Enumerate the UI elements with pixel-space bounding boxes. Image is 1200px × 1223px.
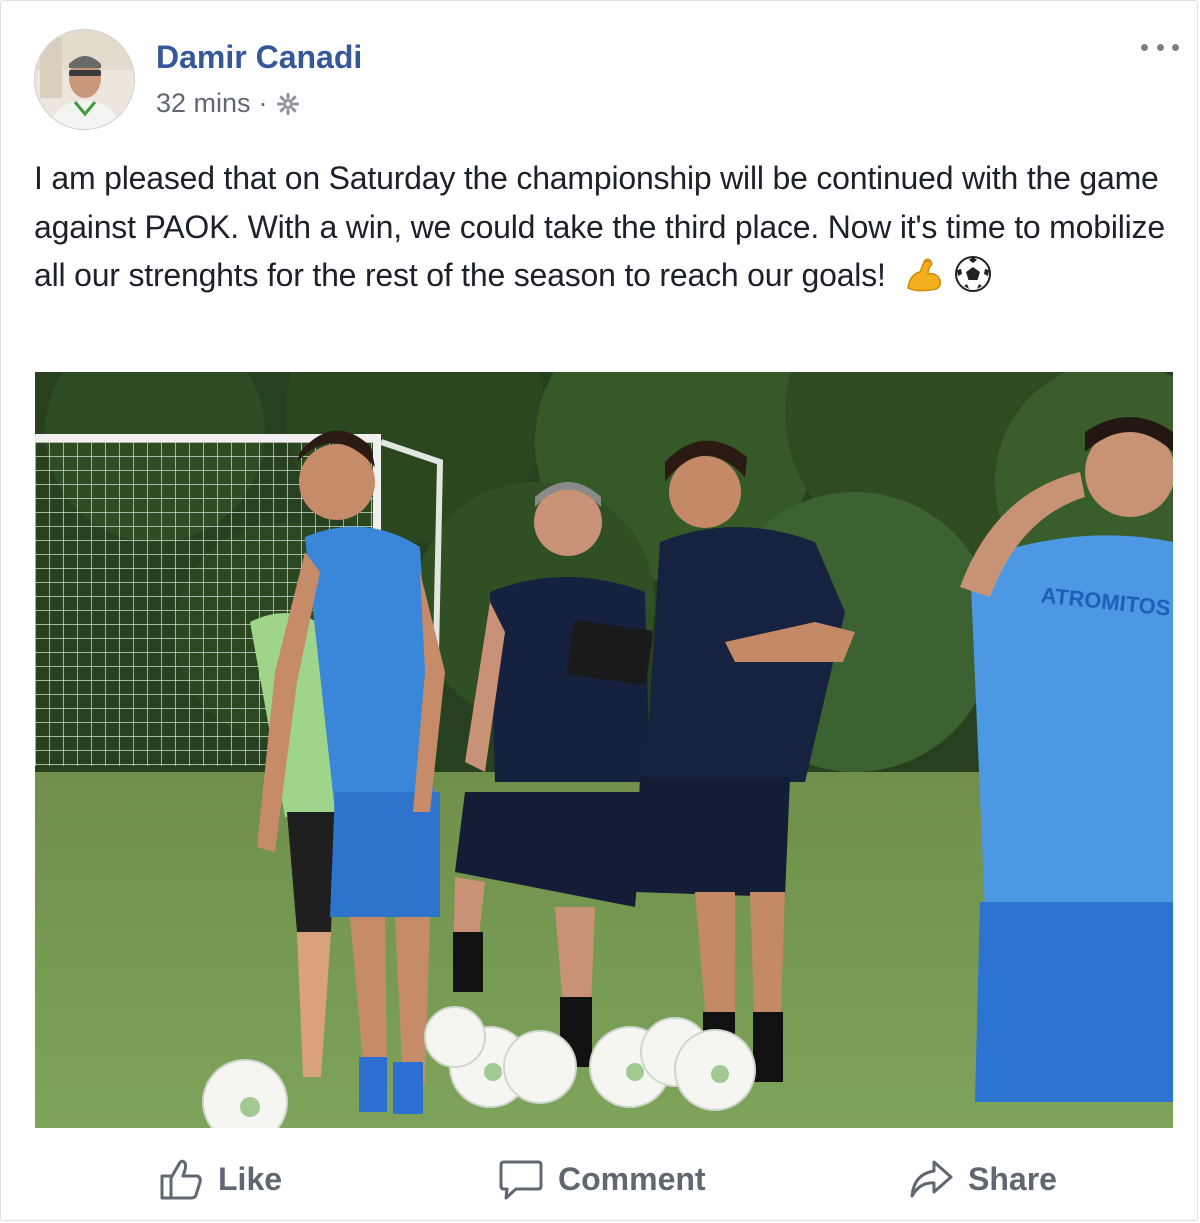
meta-separator: · [258,88,268,118]
more-dot [1172,43,1179,51]
comment-label: Comment [558,1160,706,1197]
post-timestamp[interactable]: 32 mins [156,88,251,119]
post-photo[interactable]: ATROMITOS [35,372,1173,1128]
comment-bubble-icon [499,1160,543,1200]
flexed-biceps-icon [907,258,942,292]
like-button[interactable]: Like [158,1141,282,1217]
post-text: I am pleased that on Saturday the champi… [34,154,1174,300]
share-label: Share [968,1160,1057,1197]
post-body: I am pleased that on Saturday the champi… [34,160,1165,293]
more-dot [1156,43,1164,51]
gear-icon[interactable] [276,92,300,116]
training-photo: ATROMITOS [35,372,1173,1128]
thumbs-up-icon [160,1159,202,1200]
author-avatar[interactable] [34,29,135,130]
author-name[interactable]: Damir Canadi [156,39,362,76]
comment-button[interactable]: Comment [498,1141,706,1217]
share-arrow-icon [910,1160,953,1198]
avatar-image [35,30,134,129]
more-options-icon[interactable] [1141,37,1179,57]
share-button[interactable]: Share [908,1141,1057,1217]
like-label: Like [218,1160,283,1197]
post-actions-bar: Like Comment Share [1,1141,1199,1217]
post-card: Damir Canadi 32 mins · I am pleased that… [0,0,1198,1221]
soccer-ball-icon [955,256,992,292]
more-dot [1141,43,1148,51]
post-meta: 32 mins · [156,88,300,119]
